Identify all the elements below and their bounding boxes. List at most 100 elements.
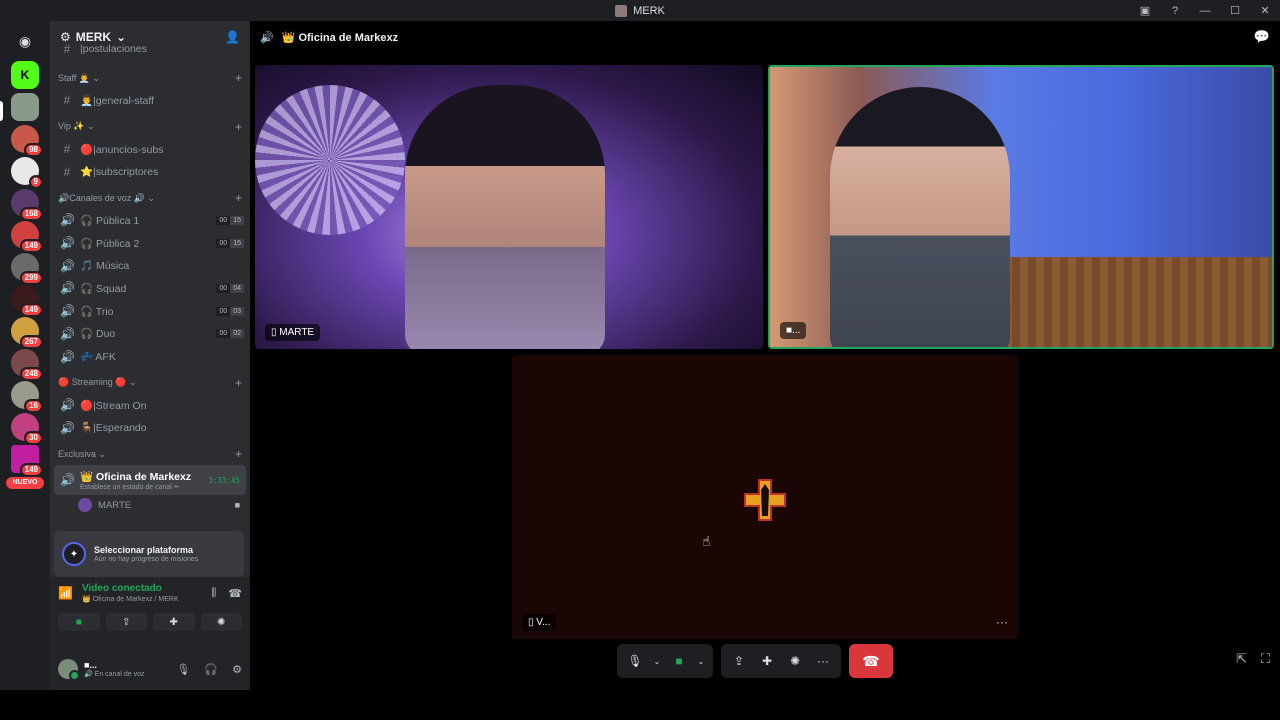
server-icon[interactable]: 299 (11, 253, 43, 285)
category-vip[interactable]: Vip ✨ ⌄ + (50, 116, 250, 138)
add-channel-icon[interactable]: + (235, 376, 242, 390)
add-channel-icon[interactable]: + (235, 191, 242, 205)
avatar[interactable] (58, 659, 80, 681)
category-staff[interactable]: Staff 👨‍💼 ⌄ + (50, 67, 250, 89)
gear-icon[interactable]: ⚙ (232, 663, 242, 676)
connection-status: Video conectado (82, 583, 162, 594)
server-icon[interactable]: 149 (11, 221, 43, 253)
maximize-button[interactable]: ☐ (1220, 0, 1250, 21)
call-timer: 3:33:45 (208, 475, 240, 485)
quest-subtitle: Aún no hay progreso de misiones (94, 556, 199, 563)
channel-item[interactable]: # 👨‍💼|general-staff (50, 89, 250, 112)
headphones-icon[interactable]: 🎧 (204, 663, 218, 676)
voice-channel-item[interactable]: 🔊 🎧 Trio 00 03 (50, 300, 250, 323)
quest-icon: ✦ (62, 542, 86, 566)
server-icon[interactable]: 98 (11, 125, 43, 157)
category-voice[interactable]: 🔊Canales de voz 🔊 ⌄ + (50, 187, 250, 209)
connection-location[interactable]: 👑 Oficina de Markexz / MERK (82, 595, 179, 603)
server-icon[interactable]: 248 (11, 349, 43, 381)
chat-icon[interactable]: 💬 (1254, 29, 1270, 45)
disconnect-button[interactable]: ☎ (849, 644, 893, 678)
server-icon[interactable]: 9 (11, 157, 43, 189)
avatar (78, 498, 92, 513)
microphone-button[interactable]: 🎙 (623, 649, 647, 673)
channel-item[interactable]: # 🔴|anuncios-subs (50, 138, 250, 161)
chevron-down-icon[interactable]: ⌄ (651, 649, 663, 673)
server-icon[interactable]: 149 (11, 285, 43, 317)
camera-button[interactable]: ■ (667, 649, 691, 673)
mention-badge: 267 (19, 335, 43, 349)
category-exclusiva[interactable]: Exclusiva ⌄ + (50, 443, 250, 465)
server-icon[interactable]: 149 (11, 445, 43, 477)
active-voice-channel[interactable]: 🔊 👑 Oficina de Markexz Establece un estad… (54, 465, 246, 496)
chevron-down-icon: ⌄ (87, 121, 95, 132)
noise-suppression-icon[interactable]: ⫼ (211, 587, 216, 600)
discord-home-icon[interactable]: ◉ (11, 27, 39, 55)
microphone-icon[interactable]: 🎙 (176, 663, 190, 676)
screen-share-button[interactable]: ⇪ (105, 613, 147, 631)
more-options-icon[interactable]: ··· (996, 615, 1008, 629)
mention-badge: 16 (24, 399, 43, 413)
signal-icon[interactable]: 📶 (58, 586, 76, 600)
help-icon[interactable]: ? (1160, 0, 1190, 21)
user-limit-badge: 00 15 (216, 215, 244, 225)
activities-button[interactable]: ✚ (153, 613, 195, 631)
video-tile[interactable]: ☝ ▯ V... ··· (512, 355, 1018, 639)
av-controls: 🎙 ⌄ ■ ⌄ (617, 644, 713, 678)
disconnect-icon[interactable]: ☎ (228, 587, 242, 600)
voice-channel-item[interactable]: 🔊 💤 AFK (50, 345, 250, 368)
video-tile-speaking[interactable]: ■... (768, 65, 1274, 349)
channel-item[interactable]: # |postulaciones (50, 42, 250, 56)
voice-channel-item[interactable]: 🔊 🎧 Duo 00 02 (50, 323, 250, 346)
stage-header: 🔊 👑 Oficina de Markexz 💬 (250, 21, 1280, 53)
voice-channel-item[interactable]: 🔊 🎧 Pública 2 00 15 (50, 232, 250, 255)
avatar-logo-icon (744, 479, 786, 521)
add-channel-icon[interactable]: + (235, 71, 242, 85)
popout-icon[interactable]: ⇱ (1236, 651, 1247, 667)
minimize-button[interactable]: — (1190, 0, 1220, 21)
activity-controls: ⇪ ✚ ✺ ··· (721, 644, 841, 678)
channel-status-prompt[interactable]: Establece un estado de canal ✏ (80, 483, 202, 491)
activities-button[interactable]: ✚ (755, 649, 779, 673)
text-channel-icon: # (63, 164, 71, 179)
tile-nametag: ▯ MARTE (265, 324, 321, 341)
text-channel-icon: # (63, 42, 71, 56)
window-title: MERK (615, 4, 665, 17)
voice-channel-item[interactable]: 🔊 🎧 Squad 00 04 (50, 277, 250, 300)
chevron-down-icon[interactable]: ⌄ (695, 649, 707, 673)
tile-nametag: ▯ V... (522, 614, 557, 631)
screen-share-button[interactable]: ⇪ (727, 649, 751, 673)
soundboard-button[interactable]: ✺ (783, 649, 807, 673)
server-icon[interactable]: 267 (11, 317, 43, 349)
voice-channel-item[interactable]: 🔊 🪑|Esperando (50, 417, 250, 440)
category-streaming[interactable]: 🔴 Streaming 🔴 ⌄ + (50, 372, 250, 394)
voice-member[interactable]: MARTE ■ (50, 495, 250, 515)
close-button[interactable]: ✕ (1250, 0, 1280, 21)
mention-badge: 248 (19, 367, 43, 381)
voice-channel-item[interactable]: 🔊 🔴|Stream On (50, 394, 250, 417)
voice-channel-item[interactable]: 🔊 🎧 Pública 1 00 15 (50, 209, 250, 232)
add-channel-icon[interactable]: + (235, 120, 242, 134)
add-channel-icon[interactable]: + (235, 447, 242, 461)
video-tile[interactable]: ▯ MARTE (255, 65, 763, 349)
chevron-down-icon: ⌄ (147, 192, 156, 203)
quest-panel[interactable]: ✦ Seleccionar plataforma Aún no hay prog… (54, 531, 244, 577)
server-icon[interactable]: 30 (11, 413, 43, 445)
channel-item[interactable]: # ⭐|subscriptores (50, 160, 250, 183)
add-member-icon[interactable]: 👤 (225, 30, 240, 44)
inbox-icon[interactable]: ▣ (1130, 0, 1160, 21)
server-icon[interactable]: 168 (11, 189, 43, 221)
camera-button[interactable]: ■ (58, 613, 100, 631)
server-icon[interactable]: 16 (11, 381, 43, 413)
server-icon-merk[interactable] (11, 93, 39, 121)
server-icon-kick[interactable]: K (11, 61, 39, 89)
fullscreen-icon[interactable]: ⛶ (1261, 651, 1270, 667)
voice-channel-item[interactable]: 🔊 🎵 Música (50, 254, 250, 277)
camera-icon: ■ (234, 500, 240, 511)
more-button[interactable]: ··· (811, 649, 835, 673)
speaker-icon: 🔊 (60, 258, 75, 273)
chevron-down-icon: ⌄ (116, 30, 127, 44)
channel-list: # |postulaciones Staff 👨‍💼 ⌄ + # 👨‍💼|genera… (50, 42, 250, 515)
user-limit-badge: 00 04 (216, 283, 244, 293)
soundboard-button[interactable]: ✺ (200, 613, 242, 631)
